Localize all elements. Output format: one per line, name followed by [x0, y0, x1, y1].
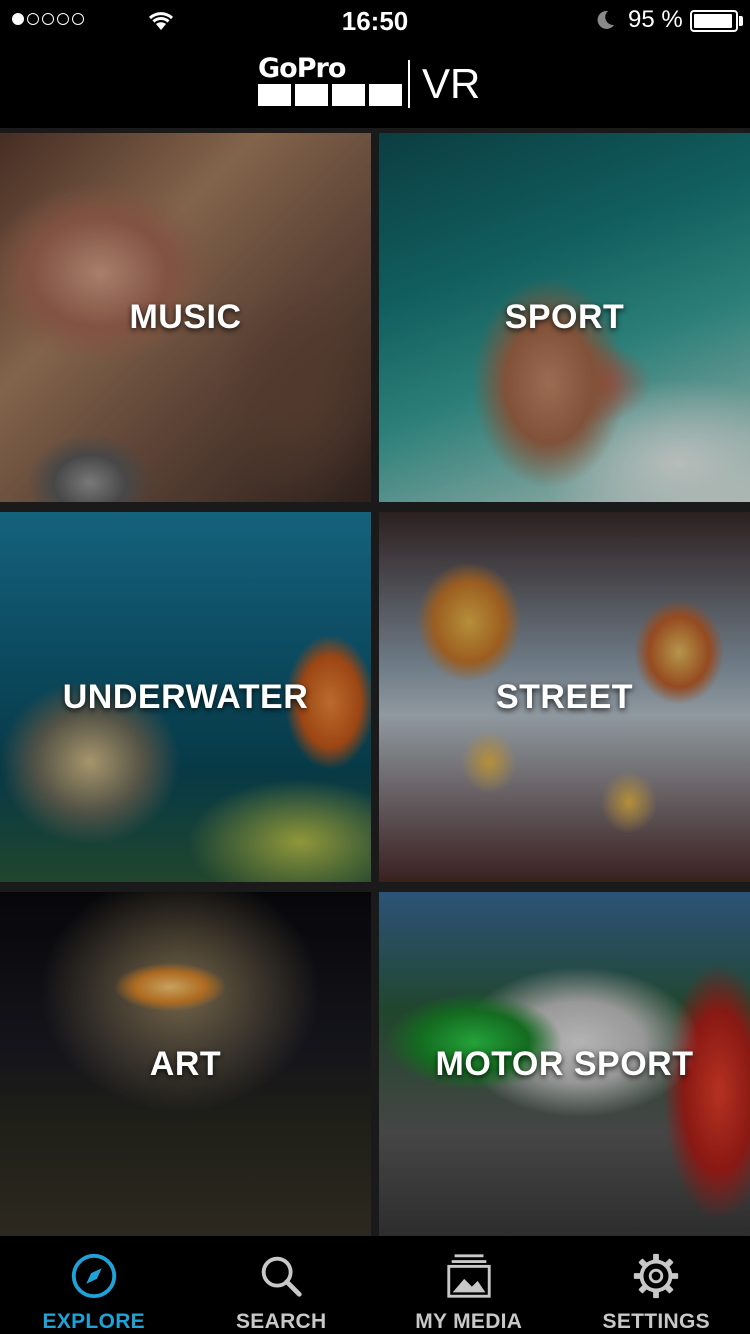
category-tile-music[interactable]: MUSIC [0, 133, 371, 502]
logo-vr-suffix: VR [422, 60, 481, 107]
category-label: UNDERWATER [62, 677, 309, 716]
category-tile-motor-sport[interactable]: MOTOR SPORT [379, 892, 750, 1236]
battery-level-fill [694, 14, 733, 28]
app-header: GoPro VR [0, 40, 750, 128]
search-icon [261, 1256, 302, 1297]
tab-explore[interactable]: EXPLORE [0, 1236, 188, 1334]
tab-settings[interactable]: SETTINGS [563, 1236, 750, 1334]
category-label: ART [149, 1044, 222, 1083]
logo-divider [408, 60, 410, 108]
tab-search[interactable]: SEARCH [188, 1236, 376, 1334]
media-library-icon [447, 1254, 491, 1298]
category-label: SPORT [504, 298, 625, 336]
category-grid: MUSIC SPORT UNDERWATER STREET ART MOTOR … [0, 128, 750, 1236]
category-tile-street[interactable]: STREET [379, 512, 750, 882]
compass-icon [71, 1253, 116, 1299]
tab-my-media[interactable]: MY MEDIA [375, 1236, 563, 1334]
do-not-disturb-moon-icon [597, 10, 614, 29]
category-tile-sport[interactable]: SPORT [379, 133, 750, 502]
status-bar: 16:50 95 % [0, 0, 750, 40]
battery-percentage: 95 % [628, 6, 683, 33]
battery-icon [690, 10, 738, 32]
category-label: STREET [495, 677, 634, 716]
gopro-vr-logo: GoPro VR [258, 53, 498, 110]
category-label: MUSIC [129, 298, 242, 336]
category-label: MOTOR SPORT [435, 1044, 694, 1083]
category-tile-art[interactable]: ART [0, 892, 371, 1236]
tab-label: SETTINGS [602, 1310, 710, 1333]
gear-icon [634, 1253, 679, 1299]
tab-label: SEARCH [236, 1310, 327, 1333]
bottom-tab-bar: EXPLORE SEARCH MY MEDIA SETTINGS [0, 1236, 750, 1334]
logo-wordmark: GoPro [258, 53, 346, 84]
tab-label: EXPLORE [42, 1310, 145, 1333]
logo-blocks [258, 84, 402, 106]
tab-label: MY MEDIA [415, 1310, 523, 1333]
category-tile-underwater[interactable]: UNDERWATER [0, 512, 371, 882]
battery-tip [739, 16, 743, 26]
